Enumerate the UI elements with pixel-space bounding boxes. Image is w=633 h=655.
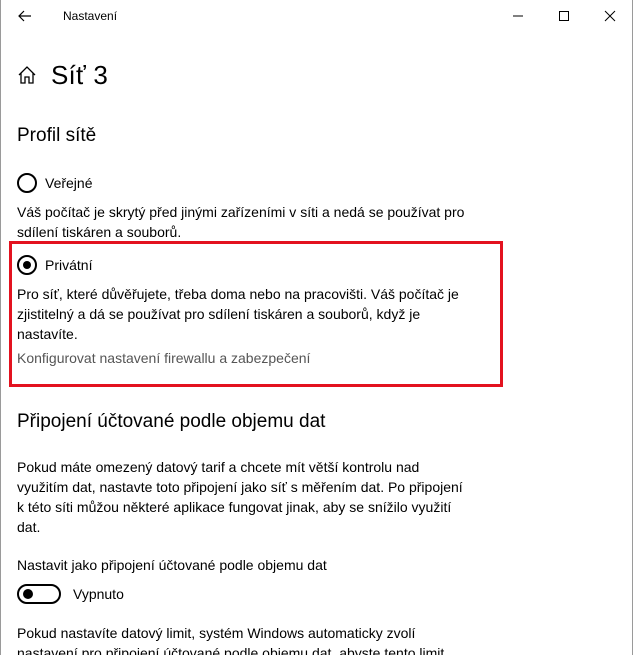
metered-desc-line-4: dat. xyxy=(17,519,41,535)
metered-desc-line-3: k této síti můžou některé aplikace fungo… xyxy=(17,499,452,515)
radio-private[interactable]: Privátní xyxy=(17,255,92,275)
metered-toggle[interactable] xyxy=(17,584,61,604)
maximize-icon xyxy=(559,11,569,21)
private-description: Pro síť, které důvěřujete, třeba doma ne… xyxy=(17,284,459,344)
toggle-knob xyxy=(23,589,33,599)
radio-public[interactable]: Veřejné xyxy=(17,173,92,193)
private-desc-line-2: zjistitelný a dá se používat pro sdílení… xyxy=(17,306,421,322)
private-desc-line-3: nastavíte. xyxy=(17,326,78,342)
home-icon[interactable] xyxy=(17,65,37,85)
limit-desc-line-2: nastavení pro připojení účtované podle o… xyxy=(17,645,445,655)
data-limit-description: Pokud nastavíte datový limit, systém Win… xyxy=(17,623,444,655)
public-desc-line-2: sdílení tiskáren a souborů. xyxy=(17,224,182,240)
page-title: Síť 3 xyxy=(51,59,108,90)
public-description: Váš počítač je skrytý před jinými zaříze… xyxy=(17,202,464,242)
private-radio-label: Privátní xyxy=(45,257,93,273)
minimize-icon xyxy=(513,15,523,17)
public-radio-label: Veřejné xyxy=(45,175,93,191)
limit-desc-line-1: Pokud nastavíte datový limit, systém Win… xyxy=(17,625,416,641)
metered-description: Pokud máte omezený datový tarif a chcete… xyxy=(17,457,463,537)
minimize-button[interactable] xyxy=(495,0,541,32)
network-profile-heading: Profil sítě xyxy=(17,125,97,146)
metered-toggle-caption: Nastavit jako připojení účtované podle o… xyxy=(17,557,327,573)
public-radio-circle[interactable] xyxy=(17,173,37,193)
private-desc-line-1: Pro síť, které důvěřujete, třeba doma ne… xyxy=(17,286,459,302)
title-bar: Nastavení xyxy=(1,0,632,32)
window-title: Nastavení xyxy=(63,9,118,23)
page-header: Síť 3 xyxy=(17,58,108,92)
maximize-button[interactable] xyxy=(541,0,587,32)
metered-desc-line-1: Pokud máte omezený datový tarif a chcete… xyxy=(17,459,420,475)
firewall-settings-link[interactable]: Konfigurovat nastavení firewallu a zabez… xyxy=(17,350,310,366)
close-button[interactable] xyxy=(587,0,632,32)
back-button[interactable] xyxy=(9,2,41,30)
metered-desc-line-2: využitím dat, nastavte toto připojení ja… xyxy=(17,479,463,495)
private-radio-circle[interactable] xyxy=(17,255,37,275)
settings-window: Nastavení Síť 3 Profil sítě Veřejné Váš xyxy=(0,0,633,655)
close-icon xyxy=(604,10,616,22)
metered-connection-heading: Připojení účtované podle objemu dat xyxy=(17,411,326,432)
public-desc-line-1: Váš počítač je skrytý před jinými zaříze… xyxy=(17,204,465,220)
metered-toggle-state: Vypnuto xyxy=(73,586,124,602)
back-arrow-icon xyxy=(18,10,31,22)
